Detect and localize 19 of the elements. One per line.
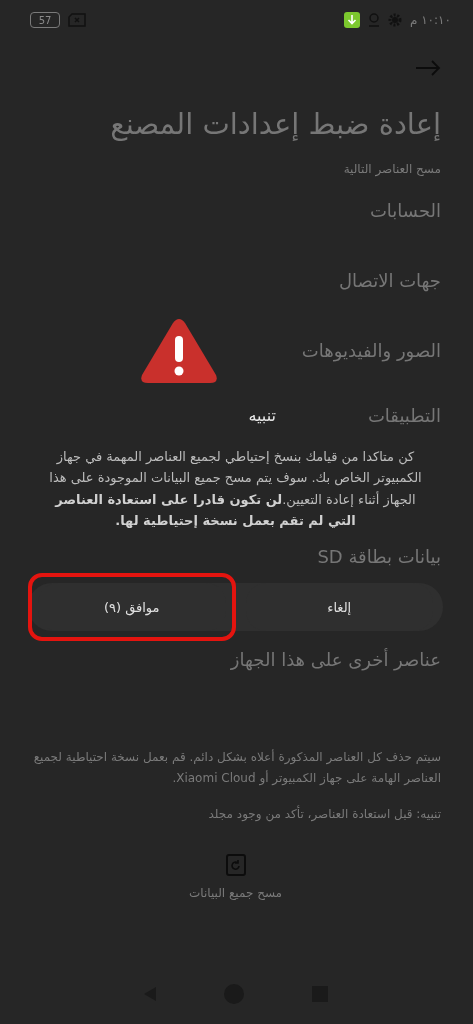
note-text: سيتم حذف كل العناصر المذكورة أعلاه بشكل دائم. قم بعمل نسخة احتياطية لجميع العناصر الهامة على جهاز الكمبيوتر أو Xiaomi Cloud. xyxy=(32,748,441,788)
back-arrow-icon[interactable] xyxy=(415,60,441,76)
list-item: الحسابات xyxy=(369,200,441,222)
reset-icon xyxy=(225,853,246,876)
warning-icon xyxy=(139,317,218,384)
note-text: تنبيه: قبل استعادة العناصر، تأكد من وجود مجلد xyxy=(207,804,441,824)
clock: ١٠:١٠ م xyxy=(409,13,451,27)
dialog-message: كن متاكدا من قيامك بنسخ إحتياطي لجميع العناصر المهمة في جهاز الكمبيوتر الخاص بك. سوف يتم مسح جميع البيانات الموجودة على هذا الجهاز أثناء إعادة التعيين.لن تكون قادرا على استعادة العناصر التي لم تقم بعمل نسخة إحتياطية لها. xyxy=(48,447,423,530)
list-item: التطبيقات xyxy=(367,405,441,427)
dialog-title: تنبيه xyxy=(248,406,276,426)
erase-button[interactable]: مسح جميع البيانات xyxy=(182,852,289,901)
section-subtitle: مسح العناصر التالية xyxy=(342,161,441,176)
page-title: إعادة ضبط إعدادات المصنع xyxy=(109,106,441,143)
battery-icon: 57 xyxy=(30,12,60,28)
list-item: جهات الاتصال xyxy=(338,270,441,292)
list-item: عناصر أخرى على هذا الجهاز xyxy=(230,648,441,670)
list-item: الصور والفيديوهات xyxy=(301,340,441,362)
list-item: بيانات بطاقة SD xyxy=(317,545,441,567)
download-icon xyxy=(343,12,360,28)
